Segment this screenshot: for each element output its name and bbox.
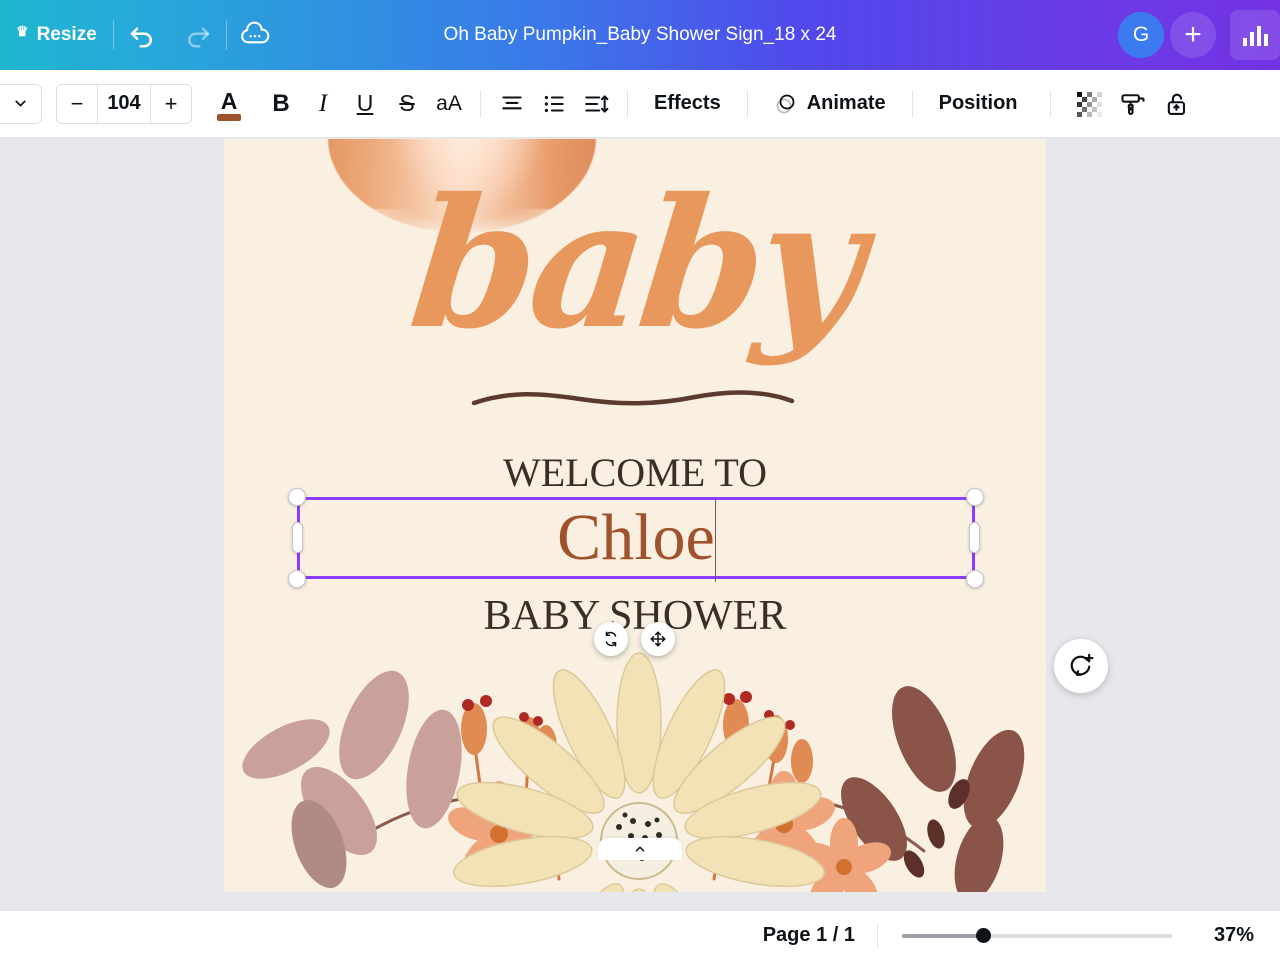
avatar[interactable]: G xyxy=(1118,12,1164,58)
text-color-swatch xyxy=(217,113,241,121)
copy-style-button[interactable] xyxy=(1111,80,1155,128)
underline-button[interactable]: U xyxy=(344,80,386,128)
bullet-list-button[interactable] xyxy=(533,80,575,128)
divider xyxy=(1049,89,1051,118)
divider xyxy=(480,89,481,118)
text-color-button[interactable]: A xyxy=(208,80,250,128)
page-indicator[interactable]: Page 1 / 1 xyxy=(763,924,877,947)
position-button[interactable]: Position xyxy=(923,80,1034,128)
add-collaborator-button[interactable]: + xyxy=(1170,12,1216,58)
undo-button[interactable] xyxy=(114,0,170,70)
resize-handle-top-left[interactable] xyxy=(288,488,306,506)
rotate-handle-button[interactable] xyxy=(594,622,628,656)
cloud-saving-icon xyxy=(240,21,270,44)
effects-label: Effects xyxy=(654,92,721,114)
strike-label: S xyxy=(399,90,415,116)
lock-button[interactable] xyxy=(1155,80,1199,128)
rotate-handle-icon xyxy=(605,631,617,647)
animate-circle-icon xyxy=(776,94,795,113)
italic-label: I xyxy=(318,89,328,117)
animate-button[interactable]: Animate xyxy=(758,80,902,128)
text-color-letter: A xyxy=(220,87,238,114)
chevron-up-icon xyxy=(635,846,645,852)
position-label: Position xyxy=(938,92,1018,114)
font-family-dropdown[interactable] xyxy=(0,83,42,124)
baby-script-text[interactable]: baby xyxy=(224,159,1046,368)
divider xyxy=(627,89,628,118)
zoom-knob[interactable] xyxy=(975,928,991,943)
top-bar-left-group: ♛ Resize xyxy=(0,0,283,70)
transparency-button[interactable] xyxy=(1067,80,1111,128)
expand-pages-tab[interactable] xyxy=(598,838,682,860)
case-label: aA xyxy=(436,91,462,115)
add-comment-button[interactable] xyxy=(1054,639,1108,693)
text-cursor xyxy=(715,500,716,582)
design-canvas[interactable]: baby WELCOME TO BABY SHOWER Chloe xyxy=(224,139,1046,892)
bar-chart-icon xyxy=(1243,26,1268,46)
crown-icon: ♛ xyxy=(16,22,29,39)
font-size-increase-button[interactable]: + xyxy=(151,85,191,123)
line-spacing-icon xyxy=(585,94,609,113)
text-toolbar: − 104 + A B I U S aA Effects Animate Pos… xyxy=(0,70,1280,138)
zoom-track[interactable] xyxy=(902,928,1172,943)
strikethrough-button[interactable]: S xyxy=(386,80,428,128)
font-size-stepper[interactable]: − 104 + xyxy=(56,83,192,124)
align-button[interactable] xyxy=(491,80,533,128)
font-size-input[interactable]: 104 xyxy=(97,84,151,123)
letter-case-button[interactable]: aA xyxy=(428,80,470,128)
animate-label: Animate xyxy=(806,92,886,114)
divider xyxy=(746,89,748,118)
wave-divider[interactable] xyxy=(470,385,800,415)
divider xyxy=(911,89,913,118)
selected-text-value[interactable]: Chloe xyxy=(300,500,972,576)
resize-button[interactable]: ♛ Resize xyxy=(0,0,113,70)
top-bar: ♛ Resize Oh Baby Pumpkin_Baby Shower Sig… xyxy=(0,0,1280,70)
font-size-decrease-button[interactable]: − xyxy=(57,85,97,123)
add-comment-icon xyxy=(1070,653,1094,676)
underline-label: U xyxy=(356,90,374,116)
welcome-to-text[interactable]: WELCOME TO xyxy=(224,449,1046,496)
canvas-workspace[interactable]: baby WELCOME TO BABY SHOWER Chloe xyxy=(0,139,1280,910)
align-center-icon xyxy=(502,95,522,109)
move-handle-icon xyxy=(650,631,666,647)
redo-button[interactable] xyxy=(170,0,226,70)
resize-handle-left[interactable] xyxy=(292,522,303,553)
bottom-bar: Page 1 / 1 37% xyxy=(0,910,1280,960)
resize-handle-top-right[interactable] xyxy=(966,488,984,506)
resize-handle-bottom-right[interactable] xyxy=(966,570,984,588)
italic-button[interactable]: I xyxy=(302,80,344,128)
top-bar-right-group: G + xyxy=(1118,0,1280,70)
cloud-save-button[interactable] xyxy=(227,0,283,70)
transparency-icon xyxy=(1076,91,1102,117)
bold-label: B xyxy=(272,89,290,117)
zoom-percent-label[interactable]: 37% xyxy=(1196,924,1254,947)
move-handle-button[interactable] xyxy=(641,622,675,656)
unlocked-padlock-icon xyxy=(1167,93,1185,115)
chevron-down-icon xyxy=(15,100,26,107)
selected-text-box[interactable]: Chloe xyxy=(288,488,984,588)
paint-roller-icon xyxy=(1120,93,1145,115)
bold-button[interactable]: B xyxy=(260,80,302,128)
zoom-slider[interactable] xyxy=(878,928,1196,943)
resize-handle-right[interactable] xyxy=(969,522,980,553)
insights-button[interactable] xyxy=(1230,10,1280,60)
undo-icon xyxy=(130,27,152,48)
line-spacing-button[interactable] xyxy=(575,80,617,128)
bullet-list-icon xyxy=(544,95,564,112)
resize-handle-bottom-left[interactable] xyxy=(288,570,306,588)
resize-label: Resize xyxy=(36,24,97,45)
effects-button[interactable]: Effects xyxy=(638,80,737,128)
zoom-fill xyxy=(902,933,983,938)
redo-icon xyxy=(187,27,210,48)
